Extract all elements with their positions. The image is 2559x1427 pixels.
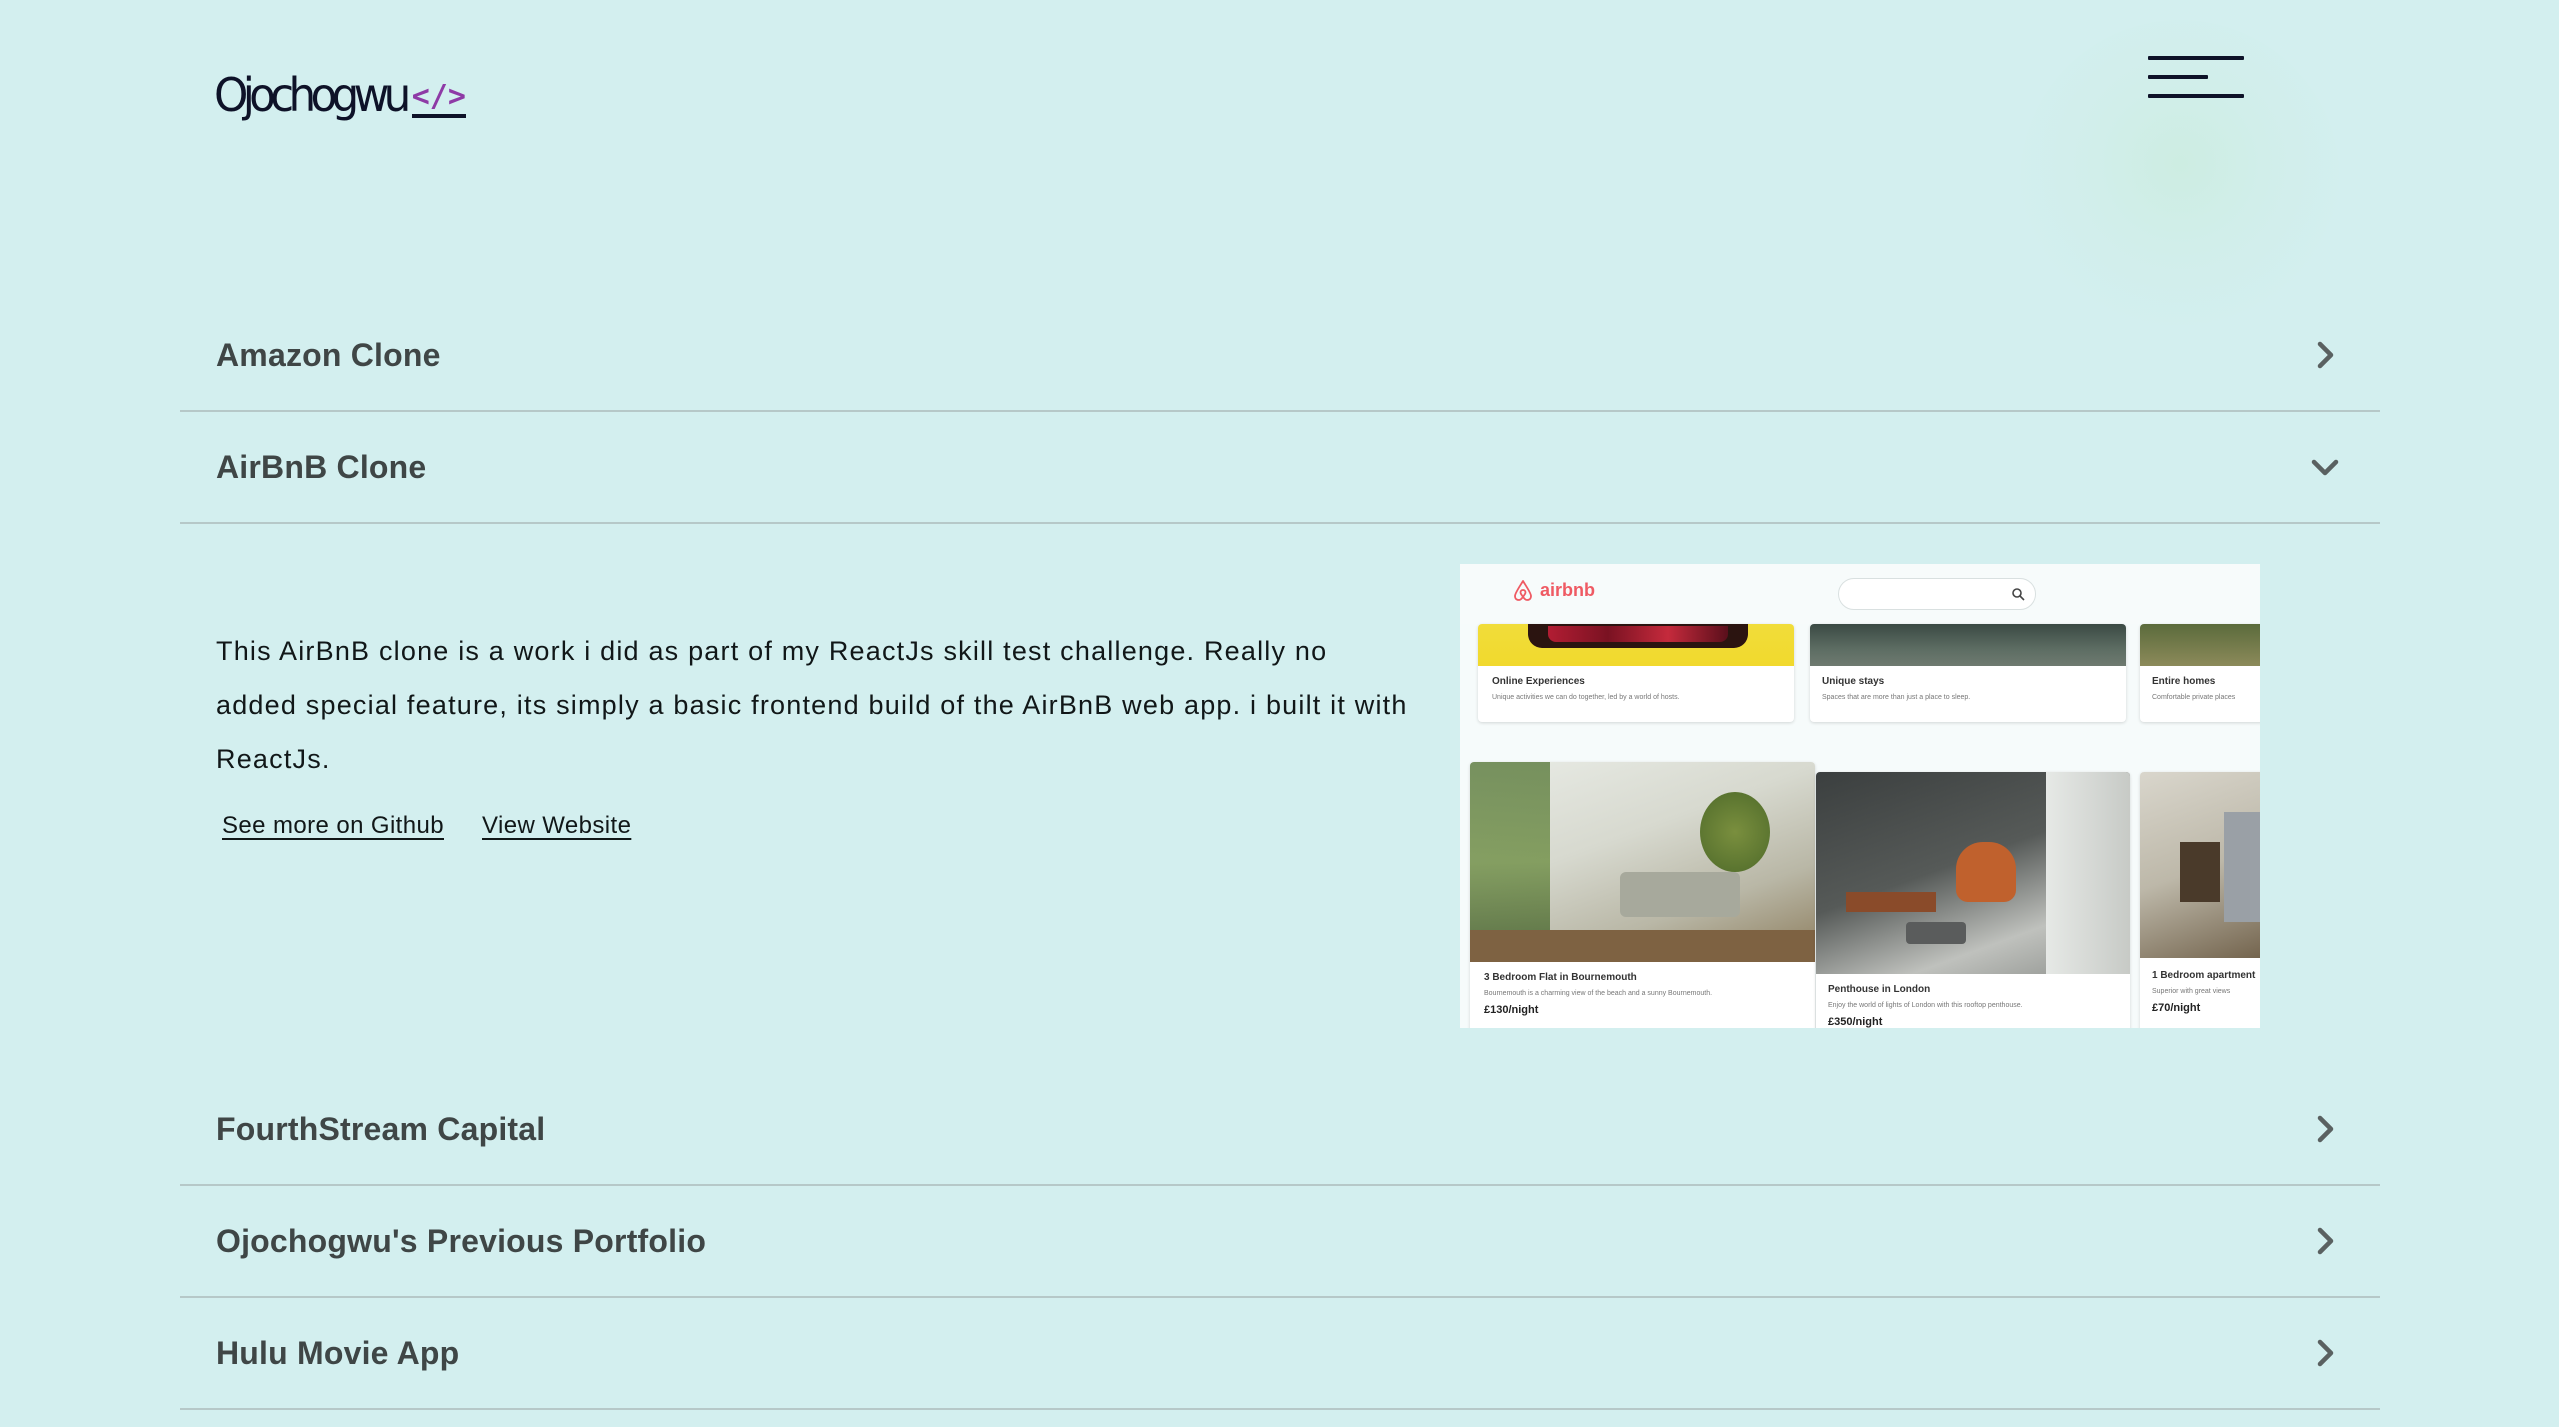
airbnb-logo-icon: [1514, 580, 1532, 601]
project-header-fourthstream-capital[interactable]: FourthStream Capital: [180, 1074, 2380, 1184]
project-header-airbnb-clone[interactable]: AirBnB Clone: [180, 412, 2380, 522]
chevron-down-icon[interactable]: [2310, 452, 2340, 482]
preview-listing-title: Penthouse in London: [1828, 984, 1931, 995]
preview-card-subtitle: Unique activities we can do together, le…: [1492, 694, 1680, 701]
preview-listing-subtitle: Enjoy the world of lights of London with…: [1828, 1002, 2023, 1009]
project-header-hulu-movie-app[interactable]: Hulu Movie App: [180, 1298, 2380, 1408]
project-description: This AirBnB clone is a work i did as par…: [216, 636, 1408, 774]
project-details-airbnb-clone: This AirBnB clone is a work i did as par…: [180, 524, 2380, 1074]
project-header-previous-portfolio[interactable]: Ojochogwu's Previous Portfolio: [180, 1186, 2380, 1296]
preview-listing-price: £130/night: [1484, 1004, 1539, 1016]
project-item: Ojochogwu's Previous Portfolio: [180, 1186, 2380, 1298]
project-title: Hulu Movie App: [216, 1334, 460, 1371]
preview-card-online-experiences: Online Experiences Unique activities we …: [1478, 624, 1794, 722]
preview-listing-title: 1 Bedroom apartment: [2152, 970, 2256, 981]
github-link[interactable]: See more on Github: [222, 812, 444, 840]
hamburger-menu-icon[interactable]: [2146, 52, 2246, 102]
preview-card-image: [1810, 624, 2126, 666]
menu-bar-bottom: [2148, 94, 2244, 98]
portfolio-page: Ojochogwu </> Amazon Clone AirBnB Clone: [0, 0, 2559, 1427]
chevron-right-icon[interactable]: [2310, 1114, 2340, 1144]
project-item: Amazon Clone: [180, 300, 2380, 412]
preview-card-subtitle: Comfortable private places: [2152, 694, 2236, 701]
preview-listing-london: Penthouse in London Enjoy the world of l…: [1816, 772, 2130, 1028]
project-item: AirBnB Clone: [180, 412, 2380, 524]
preview-card-subtitle: Spaces that are more than just a place t…: [1822, 694, 1971, 701]
preview-listing-bournemouth: 3 Bedroom Flat in Bournemouth Bournemout…: [1470, 762, 1815, 1028]
project-title: Ojochogwu's Previous Portfolio: [216, 1222, 707, 1259]
preview-card-image: [1478, 624, 1794, 666]
preview-card-entire-homes: Entire homes Comfortable private places: [2140, 624, 2260, 722]
preview-listing-image: [1816, 772, 2130, 974]
preview-card-title: Entire homes: [2152, 676, 2216, 687]
chevron-right-icon[interactable]: [2310, 1226, 2340, 1256]
project-title: FourthStream Capital: [216, 1110, 546, 1147]
menu-bar-top: [2148, 56, 2244, 60]
projects-accordion: Amazon Clone AirBnB Clone This AirBnB cl…: [180, 300, 2380, 1410]
logo-name: Ojochogwu: [214, 68, 411, 122]
project-item: FourthStream Capital: [180, 1074, 2380, 1186]
preview-search-bar: [1838, 578, 2036, 610]
logo-code-symbol: </>: [411, 82, 466, 118]
preview-listing-price: £70/night: [2152, 1002, 2201, 1014]
menu-bar-middle: [2148, 75, 2208, 79]
preview-card-title: Unique stays: [1822, 676, 1885, 687]
view-website-link[interactable]: View Website: [482, 812, 631, 840]
chevron-right-icon[interactable]: [2310, 1338, 2340, 1368]
preview-listing-price: £350/night: [1828, 1016, 1883, 1028]
search-icon: [2012, 588, 2025, 601]
preview-card-unique-stays: Unique stays Spaces that are more than j…: [1810, 624, 2126, 722]
preview-card-title: Online Experiences: [1492, 676, 1585, 687]
project-title: Amazon Clone: [216, 336, 441, 373]
preview-brand: airbnb: [1512, 578, 1595, 602]
preview-brand-name: airbnb: [1540, 579, 1596, 600]
project-title: AirBnB Clone: [216, 448, 427, 485]
project-item: Hulu Movie App: [180, 1298, 2380, 1410]
project-links: See more on Github View Website: [222, 812, 631, 840]
project-preview-image: airbnb Online Experiences Unique activit…: [1460, 564, 2260, 1028]
preview-listing-image: [2140, 772, 2260, 958]
preview-listing-apartment: 1 Bedroom apartment Superior with great …: [2140, 772, 2260, 1028]
project-header-amazon-clone[interactable]: Amazon Clone: [180, 300, 2380, 410]
preview-listing-title: 3 Bedroom Flat in Bournemouth: [1484, 972, 1637, 983]
preview-listing-subtitle: Superior with great views: [2152, 988, 2231, 995]
preview-card-image: [2140, 624, 2260, 666]
preview-listing-subtitle: Bournemouth is a charming view of the be…: [1484, 990, 1713, 997]
preview-listing-image: [1470, 762, 1815, 962]
chevron-right-icon[interactable]: [2310, 340, 2340, 370]
site-logo[interactable]: Ojochogwu </>: [214, 58, 466, 118]
